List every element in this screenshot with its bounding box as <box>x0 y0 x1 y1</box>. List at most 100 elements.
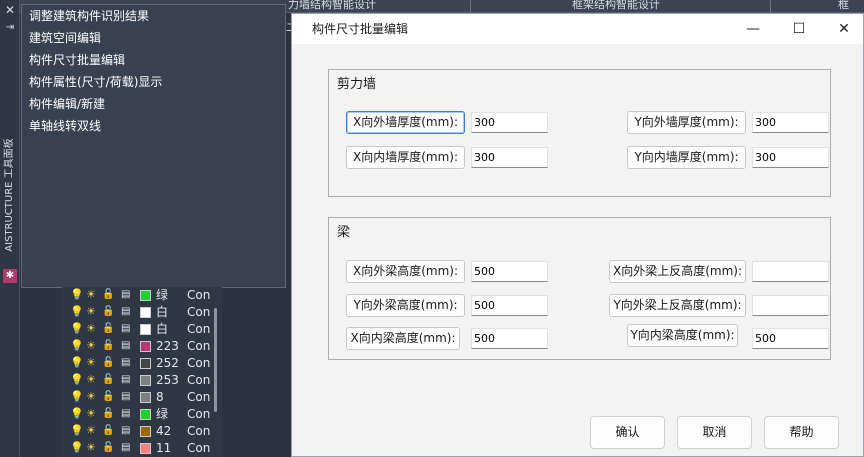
layer-lock-icon[interactable]: 🔓 <box>102 356 114 370</box>
layer-row[interactable]: 💡 ☀ 🔓 ▤ 白 Con <box>62 304 222 321</box>
layer-list-scrollbar[interactable] <box>214 308 217 412</box>
layer-lock-icon[interactable]: 🔓 <box>102 407 114 421</box>
layer-freeze-sun-icon[interactable]: ☀ <box>86 424 99 438</box>
x-outer-beam-height-input[interactable] <box>471 261 548 282</box>
close-icon[interactable]: ✕ <box>4 4 16 16</box>
close-button[interactable]: ✕ <box>822 14 864 44</box>
layer-color-swatch[interactable] <box>140 324 151 335</box>
layer-lock-icon[interactable]: 🔓 <box>102 441 114 455</box>
menu-item-component-edit[interactable]: 构件编辑/新建 <box>29 95 105 113</box>
layer-row[interactable]: 💡 ☀ 🔓 ▤ 8 Con <box>62 389 222 406</box>
tab-shearwall-design[interactable]: 力墙结构智能设计 <box>288 0 376 12</box>
menu-item-property-display[interactable]: 构件属性(尺寸/荷载)显示 <box>29 73 162 91</box>
menu-item-adjust-recognition[interactable]: 调整建筑构件识别结果 <box>29 7 149 25</box>
x-inner-beam-height-label-button[interactable]: X向内梁高度(mm): <box>346 327 460 350</box>
layer-lock-icon[interactable]: 🔓 <box>102 390 114 404</box>
layer-color-swatch[interactable] <box>140 392 151 403</box>
layer-plot-icon[interactable]: ▤ <box>121 288 133 302</box>
y-inner-beam-height-label-button[interactable]: Y向内梁高度(mm): <box>627 324 738 347</box>
layer-freeze-sun-icon[interactable]: ☀ <box>86 356 99 370</box>
layer-lock-icon[interactable]: 🔓 <box>102 424 114 438</box>
layer-row[interactable]: 💡 ☀ 🔓 ▤ 223 Con <box>62 338 222 355</box>
help-button[interactable]: 帮助 <box>764 416 839 449</box>
layer-on-bulb-icon[interactable]: 💡 <box>70 390 84 404</box>
menu-item-space-edit[interactable]: 建筑空间编辑 <box>29 29 101 47</box>
x-inner-wall-thickness-input[interactable] <box>471 147 548 168</box>
cancel-button[interactable]: 取消 <box>677 416 752 449</box>
x-outer-beam-height-label-button[interactable]: X向外梁高度(mm): <box>346 260 465 283</box>
y-inner-wall-label-button[interactable]: Y向内墙厚度(mm): <box>627 146 746 169</box>
layer-linetype[interactable]: Con <box>187 440 222 457</box>
layer-freeze-sun-icon[interactable]: ☀ <box>86 441 99 455</box>
y-outer-beam-upturn-label-button[interactable]: Y向外梁上反高度(mm): <box>609 294 746 317</box>
x-inner-wall-label-button[interactable]: X向内墙厚度(mm): <box>346 146 465 169</box>
layer-row[interactable]: 💡 ☀ 🔓 ▤ 白 Con <box>62 321 222 338</box>
layer-on-bulb-icon[interactable]: 💡 <box>70 424 84 438</box>
y-outer-wall-label-button[interactable]: Y向外墙厚度(mm): <box>627 111 746 134</box>
layer-plot-icon[interactable]: ▤ <box>121 305 133 319</box>
layer-on-bulb-icon[interactable]: 💡 <box>70 339 84 353</box>
layer-plot-icon[interactable]: ▤ <box>121 424 133 438</box>
layer-color-swatch[interactable] <box>140 358 151 369</box>
tab-frame-design[interactable]: 框架结构智能设计 <box>572 0 660 12</box>
layer-lock-icon[interactable]: 🔓 <box>102 373 114 387</box>
app-logo-icon[interactable]: ✱ <box>3 269 17 283</box>
layer-plot-icon[interactable]: ▤ <box>121 407 133 421</box>
layer-freeze-sun-icon[interactable]: ☀ <box>86 339 99 353</box>
y-inner-wall-thickness-input[interactable] <box>752 147 829 168</box>
layer-plot-icon[interactable]: ▤ <box>121 339 133 353</box>
layer-plot-icon[interactable]: ▤ <box>121 441 133 455</box>
layer-plot-icon[interactable]: ▤ <box>121 356 133 370</box>
layer-color-swatch[interactable] <box>140 426 151 437</box>
layer-row[interactable]: 💡 ☀ 🔓 ▤ 253 Con <box>62 372 222 389</box>
layer-lock-icon[interactable]: 🔓 <box>102 288 114 302</box>
dialog-titlebar[interactable]: 构件尺寸批量编辑 — ☐ ✕ <box>292 14 863 44</box>
layer-on-bulb-icon[interactable]: 💡 <box>70 373 84 387</box>
y-outer-beam-height-input[interactable] <box>471 295 548 316</box>
layer-linetype[interactable]: Con <box>187 423 222 440</box>
layer-row[interactable]: 💡 ☀ 🔓 ▤ 252 Con <box>62 355 222 372</box>
ok-button[interactable]: 确认 <box>590 416 665 449</box>
layer-plot-icon[interactable]: ▤ <box>121 373 133 387</box>
layer-row[interactable]: 💡 ☀ 🔓 ▤ 42 Con <box>62 423 222 440</box>
layer-freeze-sun-icon[interactable]: ☀ <box>86 322 99 336</box>
y-inner-beam-height-input[interactable] <box>752 328 829 349</box>
layer-on-bulb-icon[interactable]: 💡 <box>70 305 84 319</box>
maximize-button[interactable]: ☐ <box>777 14 821 44</box>
layer-freeze-sun-icon[interactable]: ☀ <box>86 288 99 302</box>
x-outer-wall-label-button[interactable]: X向外墙厚度(mm): <box>346 111 465 134</box>
y-outer-beam-height-label-button[interactable]: Y向外梁高度(mm): <box>346 294 465 317</box>
layer-color-swatch[interactable] <box>140 307 151 318</box>
x-outer-beam-upturn-label-button[interactable]: X向外梁上反高度(mm): <box>609 260 746 283</box>
layer-on-bulb-icon[interactable]: 💡 <box>70 288 84 302</box>
layer-linetype[interactable]: Con <box>187 287 222 304</box>
layer-plot-icon[interactable]: ▤ <box>121 390 133 404</box>
layer-on-bulb-icon[interactable]: 💡 <box>70 441 84 455</box>
x-outer-beam-upturn-input[interactable] <box>752 261 829 282</box>
layer-freeze-sun-icon[interactable]: ☀ <box>86 373 99 387</box>
layer-color-swatch[interactable] <box>140 409 151 420</box>
layer-freeze-sun-icon[interactable]: ☀ <box>86 390 99 404</box>
layer-color-swatch[interactable] <box>140 443 151 454</box>
layer-plot-icon[interactable]: ▤ <box>121 322 133 336</box>
layer-on-bulb-icon[interactable]: 💡 <box>70 356 84 370</box>
layer-lock-icon[interactable]: 🔓 <box>102 339 114 353</box>
menu-item-axis-to-double[interactable]: 单轴线转双线 <box>29 117 101 135</box>
y-outer-beam-upturn-input[interactable] <box>752 295 829 316</box>
pin-icon[interactable]: ⇥ <box>4 22 16 34</box>
layer-freeze-sun-icon[interactable]: ☀ <box>86 305 99 319</box>
layer-on-bulb-icon[interactable]: 💡 <box>70 322 84 336</box>
layer-lock-icon[interactable]: 🔓 <box>102 322 114 336</box>
layer-row[interactable]: 💡 ☀ 🔓 ▤ 绿 Con <box>62 406 222 423</box>
layer-row[interactable]: 💡 ☀ 🔓 ▤ 11 Con <box>62 440 222 457</box>
tab-frame-more[interactable]: 框 <box>838 0 849 12</box>
minimize-button[interactable]: — <box>731 14 775 44</box>
layer-on-bulb-icon[interactable]: 💡 <box>70 407 84 421</box>
x-inner-beam-height-input[interactable] <box>471 328 548 349</box>
layer-color-swatch[interactable] <box>140 290 151 301</box>
menu-item-batch-size-edit[interactable]: 构件尺寸批量编辑 <box>29 51 125 69</box>
layer-color-swatch[interactable] <box>140 341 151 352</box>
layer-freeze-sun-icon[interactable]: ☀ <box>86 407 99 421</box>
y-outer-wall-thickness-input[interactable] <box>752 112 829 133</box>
layer-row[interactable]: 💡 ☀ 🔓 ▤ 绿 Con <box>62 287 222 304</box>
